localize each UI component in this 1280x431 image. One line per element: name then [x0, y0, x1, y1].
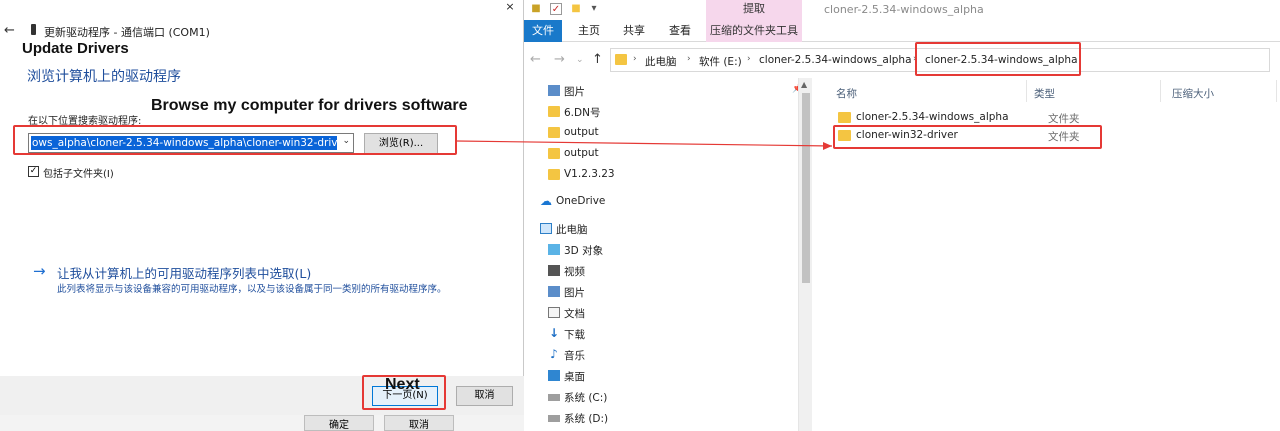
annotation-arrowhead	[823, 142, 832, 150]
annotation-arrow-line	[456, 140, 833, 147]
screen: × ← 更新驱动程序 - 通信端口 (COM1) 浏览计算机上的驱动程序 在以下…	[0, 0, 1280, 431]
annotation-arrow	[456, 140, 833, 150]
